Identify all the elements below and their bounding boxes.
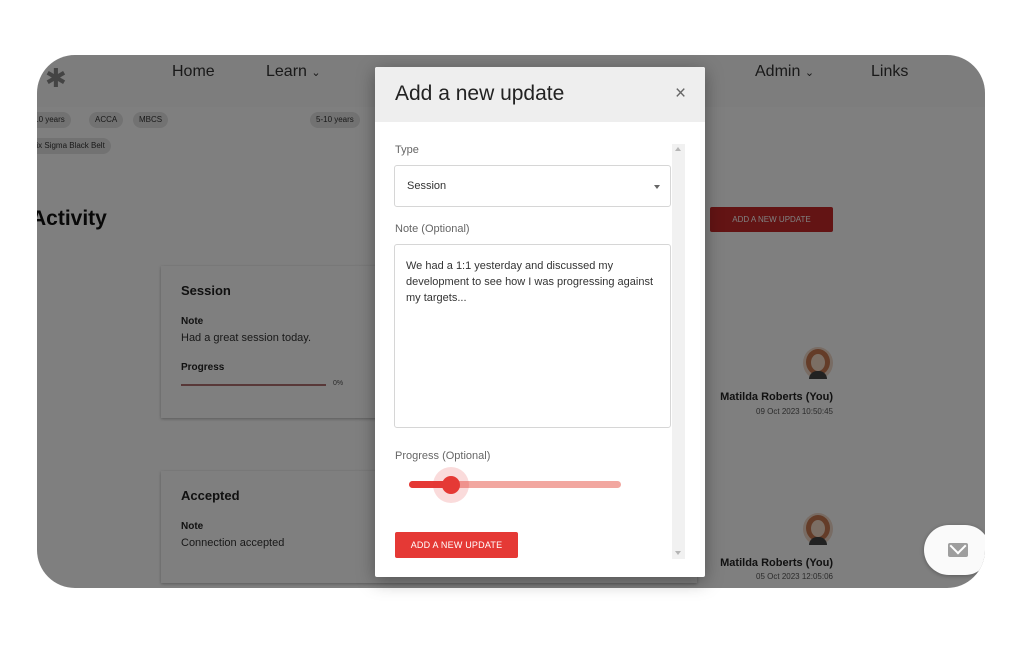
note-text: We had a 1:1 yesterday and discussed my … xyxy=(406,260,654,304)
slider-thumb[interactable] xyxy=(442,476,460,494)
dialog-header: Add a new update × xyxy=(375,67,705,122)
add-update-dialog: Add a new update × Type Session Note (Op… xyxy=(375,67,705,577)
dialog-body: Type Session Note (Optional) We had a 1:… xyxy=(375,122,705,577)
type-select-value: Session xyxy=(407,180,447,192)
dialog-title: Add a new update xyxy=(395,82,565,105)
close-icon[interactable]: × xyxy=(675,83,686,105)
mail-icon xyxy=(948,537,968,557)
note-textarea[interactable]: We had a 1:1 yesterday and discussed my … xyxy=(394,244,671,428)
progress-label: Progress (Optional) xyxy=(395,450,491,462)
message-button[interactable] xyxy=(924,525,985,575)
type-select[interactable]: Session xyxy=(394,165,671,207)
caret-down-icon xyxy=(654,185,660,189)
submit-update-button[interactable]: ADD A NEW UPDATE xyxy=(395,532,518,558)
scroll-down-icon[interactable] xyxy=(675,551,681,555)
progress-slider[interactable] xyxy=(409,467,621,503)
type-label: Type xyxy=(395,144,419,156)
note-label: Note (Optional) xyxy=(395,223,470,235)
scroll-up-icon[interactable] xyxy=(675,147,681,151)
dialog-scrollbar[interactable] xyxy=(672,144,685,559)
